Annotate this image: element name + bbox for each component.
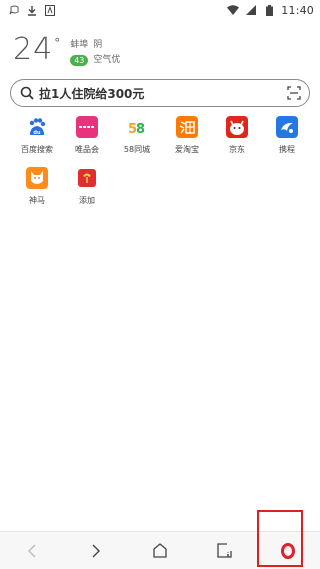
- speed-dial-vip[interactable]: 唯品会: [62, 116, 112, 155]
- weather-city: 蚌埠: [70, 40, 89, 50]
- app-notification-icon: [44, 4, 56, 16]
- vip-icon: [76, 116, 98, 138]
- degree-symbol: °: [54, 36, 61, 50]
- status-bar: 11:40: [0, 0, 320, 20]
- aqi-text: 空气优: [93, 55, 121, 65]
- svg-text:8: 8: [136, 122, 145, 137]
- speed-dial-taobao[interactable]: 爱淘宝: [162, 116, 212, 155]
- speed-dial-label: 爱淘宝: [175, 145, 199, 154]
- weather-widget[interactable]: 24 ° 蚌埠 阴 43 空气优: [13, 32, 120, 68]
- speed-dial-label: 携程: [279, 145, 295, 154]
- home-icon: [152, 543, 168, 558]
- forward-button[interactable]: [64, 532, 128, 569]
- highlight-box: [257, 510, 303, 567]
- speed-dial-label: 唯品会: [75, 145, 99, 154]
- speed-dial-ctrip[interactable]: 携程: [262, 116, 312, 155]
- chevron-left-icon: [27, 544, 37, 558]
- temperature: 24: [13, 32, 54, 67]
- speed-dial-label: 神马: [29, 196, 45, 205]
- shenma-icon: [26, 167, 48, 189]
- chevron-right-icon: [91, 544, 101, 558]
- speed-dial-baidu[interactable]: du 百度搜索: [12, 116, 62, 155]
- speed-dial-grid: du 百度搜索 唯品会 5 8 58同城 爱淘宝 京东 携程 神马 添加: [12, 116, 312, 206]
- speed-dial-label: 百度搜索: [21, 145, 53, 154]
- scan-icon[interactable]: [287, 86, 301, 100]
- speed-dial-jd[interactable]: 京东: [212, 116, 262, 155]
- download-icon: [26, 4, 38, 16]
- aqi-badge: 43: [70, 55, 89, 66]
- svg-text:du: du: [33, 130, 41, 136]
- weather-info: 蚌埠 阴 43 空气优: [70, 39, 120, 67]
- ctrip-icon: [276, 116, 298, 138]
- speed-dial-label: 京东: [229, 145, 245, 154]
- search-icon: [20, 86, 34, 100]
- battery-icon: [263, 4, 275, 16]
- home-button[interactable]: [128, 532, 192, 569]
- 58-icon: 5 8: [126, 116, 148, 138]
- notification-bubble-icon: [8, 4, 20, 16]
- jd-icon: [226, 116, 248, 138]
- wifi-icon: [227, 4, 240, 16]
- status-right: 11:40: [227, 4, 314, 17]
- back-button[interactable]: [0, 532, 64, 569]
- taobao-icon: [176, 116, 198, 138]
- tabs-icon: [216, 543, 232, 558]
- search-bar[interactable]: 拉1人住院给300元: [10, 79, 310, 107]
- status-time: 11:40: [281, 3, 314, 17]
- speed-dial-label: 58同城: [123, 145, 151, 154]
- speed-dial-label: 添加: [79, 196, 95, 205]
- baidu-icon: du: [26, 116, 48, 138]
- weather-condition: 阴: [93, 40, 103, 50]
- speed-dial-shenma[interactable]: 神马: [12, 167, 62, 206]
- add-app-icon: [76, 167, 98, 189]
- search-input[interactable]: 拉1人住院给300元: [39, 85, 287, 102]
- signal-icon: [245, 4, 257, 16]
- status-left: [8, 4, 56, 16]
- speed-dial-add[interactable]: 添加: [62, 167, 112, 206]
- tabs-button[interactable]: [192, 532, 256, 569]
- speed-dial-58[interactable]: 5 8 58同城: [112, 116, 162, 155]
